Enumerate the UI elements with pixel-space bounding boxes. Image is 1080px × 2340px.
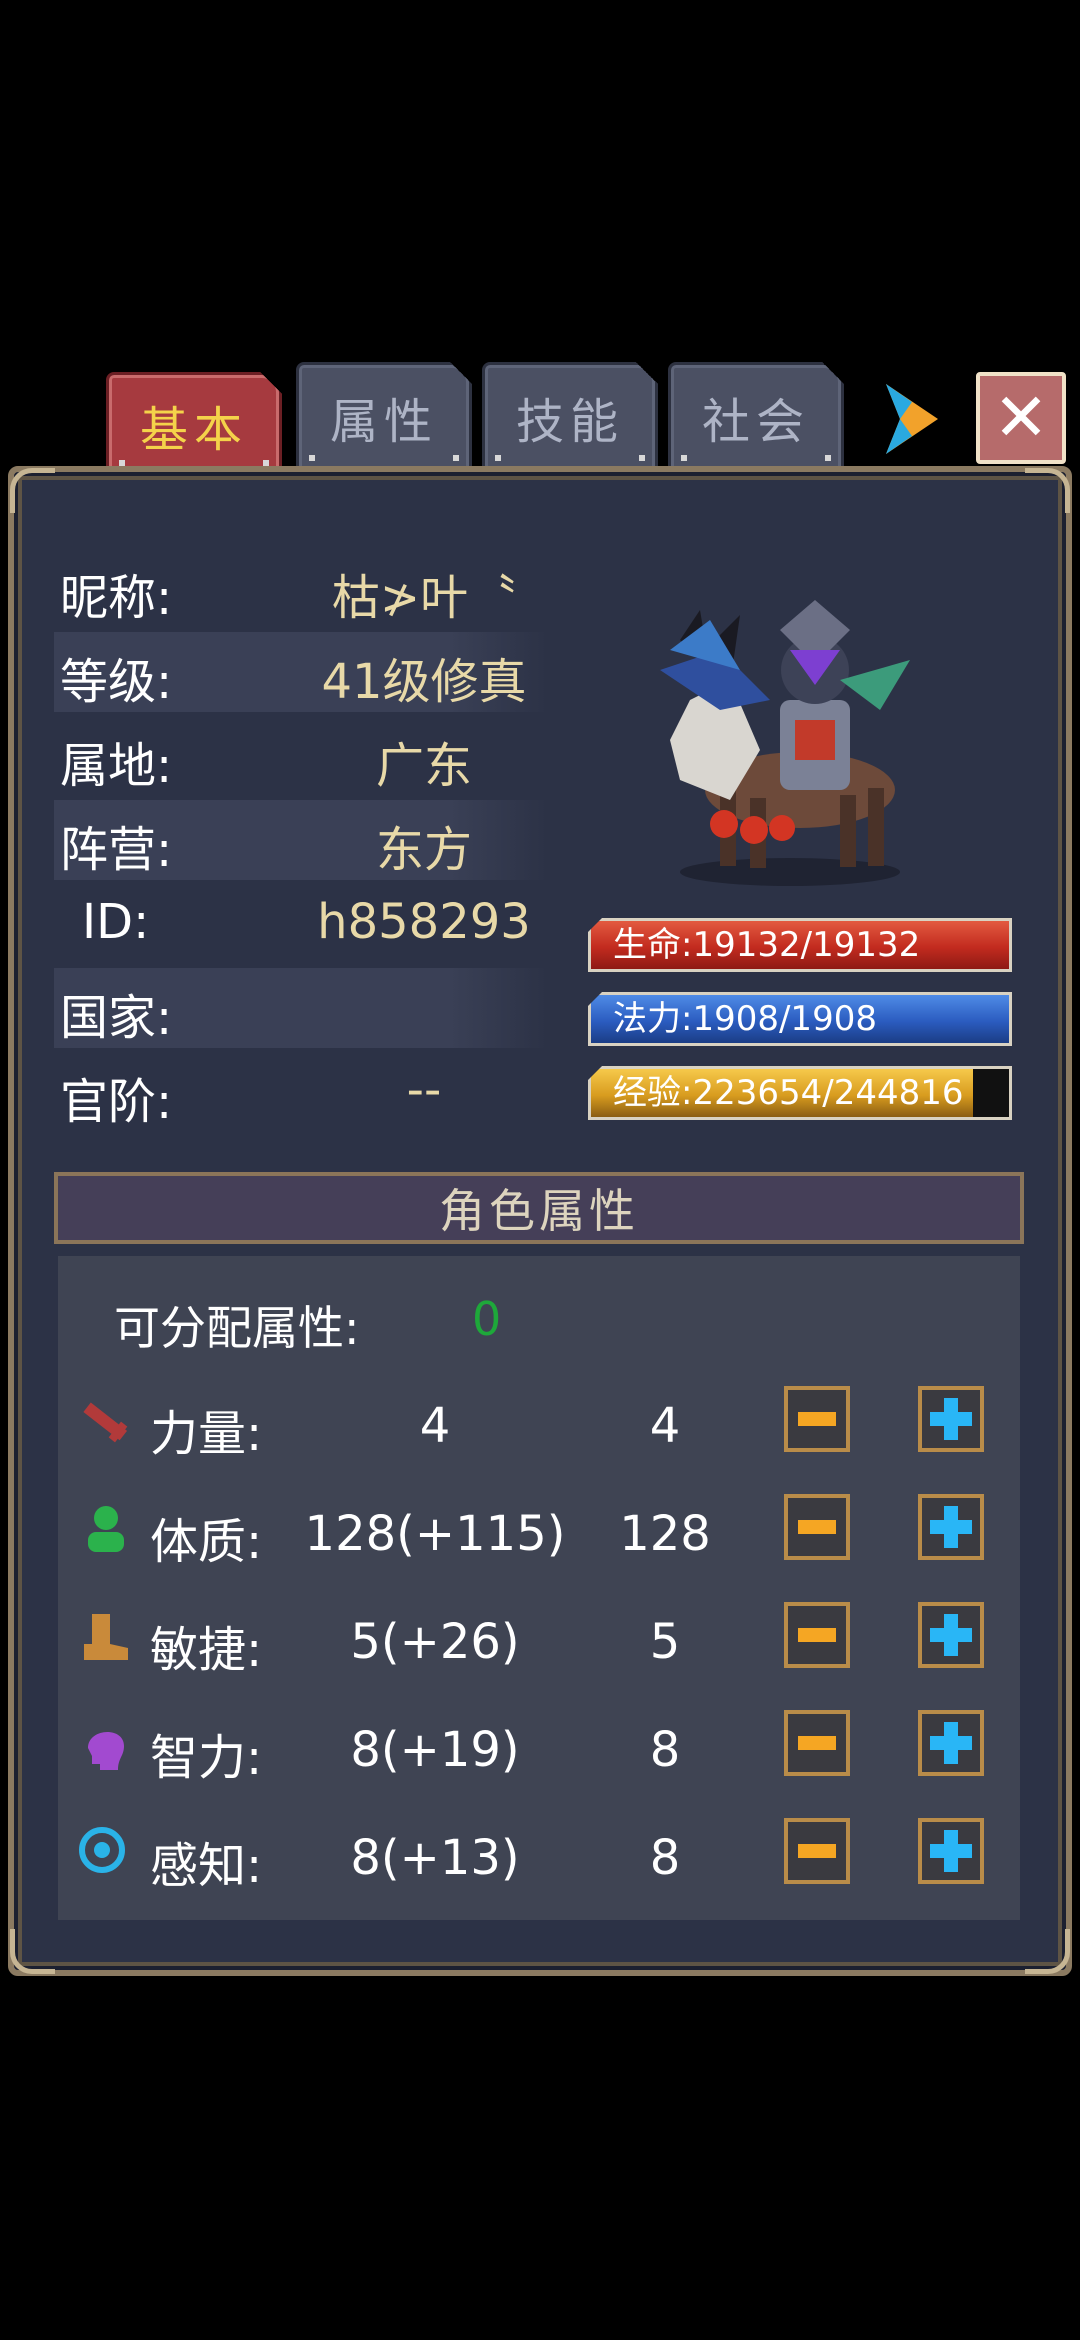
faction-value: 东方 <box>375 822 472 878</box>
agility-plus-button[interactable] <box>918 1602 984 1668</box>
mana-bar: 法力:1908/1908 <box>588 992 1012 1046</box>
character-portrait <box>660 600 910 886</box>
level-value: 41级修真 <box>321 654 527 710</box>
intelligence-total: 8(+19) <box>350 1722 520 1778</box>
country-row: 国家: <box>54 968 548 1048</box>
agility-total: 5(+26) <box>350 1614 520 1670</box>
strength-plus-button[interactable] <box>918 1386 984 1452</box>
tab-skills[interactable]: 技能 <box>482 362 658 472</box>
tab-basic-label: 基本 <box>139 401 248 458</box>
strength-minus-button[interactable] <box>784 1386 850 1452</box>
constitution-base: 128 <box>619 1506 711 1562</box>
level-row: 等级: 41级修真 <box>54 632 548 712</box>
intelligence-label: 智力: <box>150 1730 263 1786</box>
attributes-header: 角色属性 <box>54 1172 1024 1244</box>
life-bar: 生命:19132/19132 <box>588 918 1012 972</box>
life-text: 生命:19132/19132 <box>613 925 921 965</box>
next-arrow-icon[interactable] <box>880 380 942 458</box>
constitution-minus-button[interactable] <box>784 1494 850 1560</box>
level-label: 等级: <box>60 654 173 710</box>
tab-attributes[interactable]: 属性 <box>296 362 472 472</box>
close-button[interactable]: ✕ <box>976 372 1066 464</box>
rank-label: 官阶: <box>60 1074 173 1130</box>
perception-total: 8(+13) <box>350 1830 520 1886</box>
perception-base: 8 <box>649 1830 681 1886</box>
target-icon <box>79 1827 125 1873</box>
intelligence-plus-button[interactable] <box>918 1710 984 1776</box>
faction-row: 阵营: 东方 <box>54 800 548 880</box>
perception-plus-button[interactable] <box>918 1818 984 1884</box>
perception-minus-button[interactable] <box>784 1818 850 1884</box>
head-icon <box>88 1731 124 1770</box>
strength-label: 力量: <box>150 1406 263 1462</box>
id-row: ID: h858293 <box>54 884 548 964</box>
free-points-value: 0 <box>472 1292 502 1346</box>
region-row: 属地: 广东 <box>54 716 548 796</box>
tab-attributes-label: 属性 <box>329 394 438 450</box>
nickname-row: 昵称: 枯≯叶〝 <box>54 548 548 628</box>
id-value: h858293 <box>317 894 531 950</box>
free-points-label: 可分配属性: <box>114 1301 360 1355</box>
id-label: ID: <box>82 894 150 950</box>
country-label: 国家: <box>60 990 173 1046</box>
intelligence-base: 8 <box>649 1722 681 1778</box>
attributes-title: 角色属性 <box>439 1184 639 1238</box>
strength-base: 4 <box>649 1398 681 1454</box>
rank-row: 官阶: -- <box>54 1052 548 1132</box>
person-icon <box>88 1506 124 1552</box>
boot-icon <box>84 1614 128 1660</box>
agility-base: 5 <box>649 1614 681 1670</box>
exp-text: 经验:223654/244816 <box>613 1073 964 1113</box>
tab-skills-label: 技能 <box>515 394 624 450</box>
nickname-value: 枯≯叶〝 <box>331 570 517 626</box>
constitution-label: 体质: <box>150 1514 263 1570</box>
nickname-label: 昵称: <box>60 570 173 626</box>
strength-total: 4 <box>419 1398 451 1454</box>
constitution-total: 128(+115) <box>304 1506 566 1562</box>
mana-text: 法力:1908/1908 <box>613 999 877 1039</box>
constitution-plus-button[interactable] <box>918 1494 984 1560</box>
tab-social[interactable]: 社会 <box>668 362 844 472</box>
region-label: 属地: <box>60 738 173 794</box>
tab-social-label: 社会 <box>701 394 810 450</box>
sword-icon <box>83 1402 128 1443</box>
faction-label: 阵营: <box>60 822 173 878</box>
perception-label: 感知: <box>150 1838 263 1894</box>
rank-value: -- <box>406 1062 442 1118</box>
intelligence-minus-button[interactable] <box>784 1710 850 1776</box>
agility-label: 敏捷: <box>150 1622 263 1678</box>
agility-minus-button[interactable] <box>784 1602 850 1668</box>
exp-bar: 经验:223654/244816 <box>588 1066 1012 1120</box>
tab-basic[interactable]: 基本 <box>106 372 282 477</box>
region-value: 广东 <box>375 738 472 794</box>
close-icon: ✕ <box>993 379 1049 456</box>
